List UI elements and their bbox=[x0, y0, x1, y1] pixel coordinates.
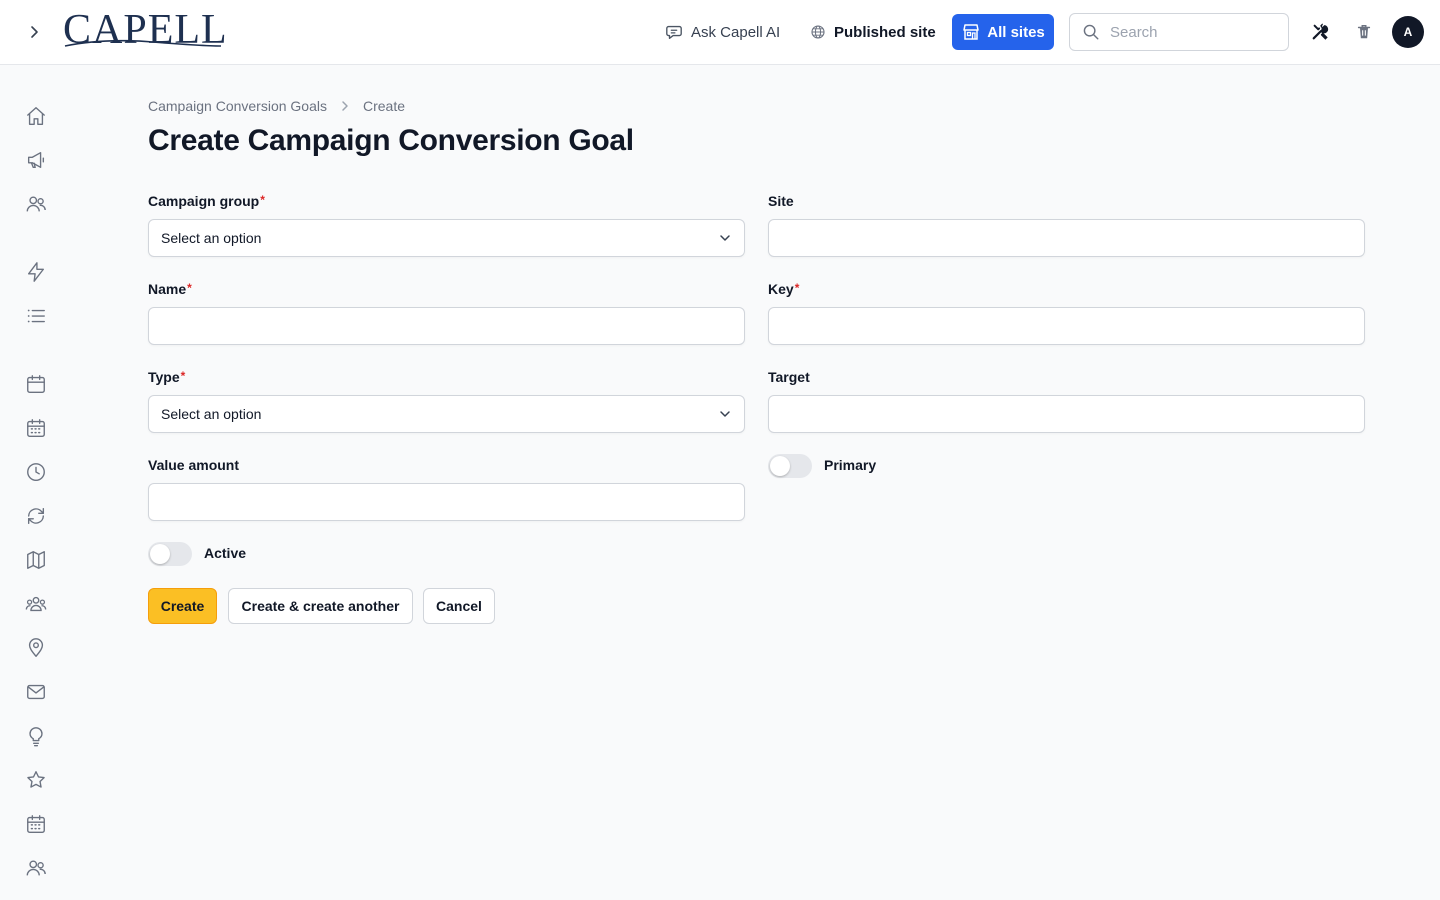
type-select[interactable]: Select an option bbox=[148, 395, 745, 433]
value-amount-input[interactable] bbox=[149, 484, 744, 520]
name-input[interactable] bbox=[149, 308, 744, 344]
name-label: Name* bbox=[148, 281, 192, 297]
chevron-down-icon bbox=[720, 235, 730, 241]
target-field[interactable] bbox=[768, 395, 1365, 433]
create-button[interactable]: Create bbox=[148, 588, 217, 624]
search-field[interactable] bbox=[1069, 13, 1289, 51]
primary-toggle[interactable] bbox=[768, 454, 812, 478]
breadcrumb-current: Create bbox=[362, 98, 406, 114]
type-label: Type* bbox=[148, 369, 186, 385]
sidebar-item-map[interactable] bbox=[24, 548, 48, 572]
site-label: Site bbox=[768, 193, 794, 209]
ask-ai-label: Ask Capell AI bbox=[691, 23, 781, 41]
wrench-screwdriver-icon bbox=[1312, 23, 1329, 40]
sidebar-item-history[interactable] bbox=[24, 460, 48, 484]
user-group-icon bbox=[25, 596, 47, 612]
sidebar-item-sync[interactable] bbox=[24, 504, 48, 528]
sidebar-item-messages[interactable] bbox=[24, 680, 48, 704]
sidebar-item-automations[interactable] bbox=[24, 260, 48, 284]
sidebar-toggle-button[interactable] bbox=[20, 18, 48, 46]
cancel-button[interactable]: Cancel bbox=[423, 588, 495, 624]
required-marker: * bbox=[180, 369, 186, 383]
lightbulb-icon bbox=[29, 727, 43, 747]
ask-ai-button[interactable]: Ask Capell AI bbox=[665, 18, 780, 46]
storefront-icon bbox=[963, 24, 979, 40]
sidebar-item-events[interactable] bbox=[24, 812, 48, 836]
calendar-icon bbox=[27, 375, 45, 393]
trash-icon bbox=[1357, 25, 1371, 39]
all-sites-button[interactable]: All sites bbox=[952, 14, 1054, 50]
primary-label: Primary bbox=[824, 457, 877, 473]
campaign-group-value: Select an option bbox=[161, 230, 262, 246]
chevron-down-icon bbox=[720, 411, 730, 417]
chevron-right-icon bbox=[342, 101, 348, 111]
calendar-days-icon bbox=[27, 419, 45, 437]
sidebar-item-campaigns[interactable] bbox=[24, 148, 48, 172]
users-icon bbox=[26, 196, 46, 212]
type-value: Select an option bbox=[161, 406, 262, 422]
key-input[interactable] bbox=[769, 308, 1364, 344]
search-input[interactable] bbox=[1110, 23, 1270, 41]
sidebar-item-favorites[interactable] bbox=[24, 768, 48, 792]
value-amount-label: Value amount bbox=[148, 457, 240, 473]
site-input[interactable] bbox=[769, 220, 1364, 256]
sidebar-item-schedule[interactable] bbox=[24, 416, 48, 440]
toggle-knob bbox=[150, 544, 170, 564]
clock-icon bbox=[27, 463, 45, 481]
required-marker: * bbox=[794, 281, 800, 295]
calendar-days-icon bbox=[27, 815, 45, 833]
sidebar-item-contacts[interactable] bbox=[24, 856, 48, 880]
sidebar-item-locations[interactable] bbox=[24, 636, 48, 660]
chevron-right-icon bbox=[31, 26, 38, 38]
sidebar-item-groups[interactable] bbox=[24, 592, 48, 616]
chat-icon bbox=[666, 25, 682, 39]
sidebar-item-calendar[interactable] bbox=[24, 372, 48, 396]
published-site-link[interactable]: Published site bbox=[810, 18, 936, 46]
campaign-group-label: Campaign group* bbox=[148, 193, 265, 209]
bolt-icon bbox=[27, 262, 45, 282]
users-icon bbox=[26, 860, 46, 876]
breadcrumb: Campaign Conversion Goals Create bbox=[148, 97, 405, 115]
trash-button[interactable] bbox=[1352, 20, 1376, 44]
search-icon bbox=[1083, 24, 1099, 40]
sidebar-item-home[interactable] bbox=[24, 104, 48, 128]
logo-swoosh bbox=[64, 39, 222, 47]
site-field[interactable] bbox=[768, 219, 1365, 257]
create-another-button[interactable]: Create & create another bbox=[228, 588, 413, 624]
map-icon bbox=[27, 551, 45, 569]
breadcrumb-parent-link[interactable]: Campaign Conversion Goals bbox=[148, 98, 327, 114]
toggle-knob bbox=[770, 456, 790, 476]
list-icon bbox=[27, 309, 45, 323]
published-site-label: Published site bbox=[834, 23, 936, 41]
map-pin-icon bbox=[28, 638, 44, 657]
page-title: Create Campaign Conversion Goal bbox=[148, 124, 634, 157]
envelope-icon bbox=[27, 684, 45, 700]
sidebar-item-lists[interactable] bbox=[24, 304, 48, 328]
refresh-icon bbox=[27, 507, 45, 525]
value-amount-field[interactable] bbox=[148, 483, 745, 521]
key-label: Key* bbox=[768, 281, 800, 297]
top-bar: CAPELL Ask Capell AI Published site All … bbox=[0, 0, 1440, 65]
target-label: Target bbox=[768, 369, 810, 385]
globe-icon bbox=[811, 25, 825, 39]
avatar[interactable]: A bbox=[1392, 16, 1424, 48]
tools-button[interactable] bbox=[1308, 20, 1332, 44]
campaign-group-select[interactable]: Select an option bbox=[148, 219, 745, 257]
active-label: Active bbox=[204, 545, 247, 561]
key-field[interactable] bbox=[768, 307, 1365, 345]
sidebar-item-ideas[interactable] bbox=[24, 724, 48, 748]
all-sites-label: All sites bbox=[987, 23, 1045, 41]
sidebar-item-users[interactable] bbox=[24, 192, 48, 216]
home-icon bbox=[27, 107, 45, 125]
name-field[interactable] bbox=[148, 307, 745, 345]
required-marker: * bbox=[187, 281, 192, 295]
required-marker: * bbox=[260, 193, 265, 207]
star-icon bbox=[27, 771, 45, 788]
target-input[interactable] bbox=[769, 396, 1364, 432]
active-toggle[interactable] bbox=[148, 542, 192, 566]
megaphone-icon bbox=[27, 151, 45, 169]
